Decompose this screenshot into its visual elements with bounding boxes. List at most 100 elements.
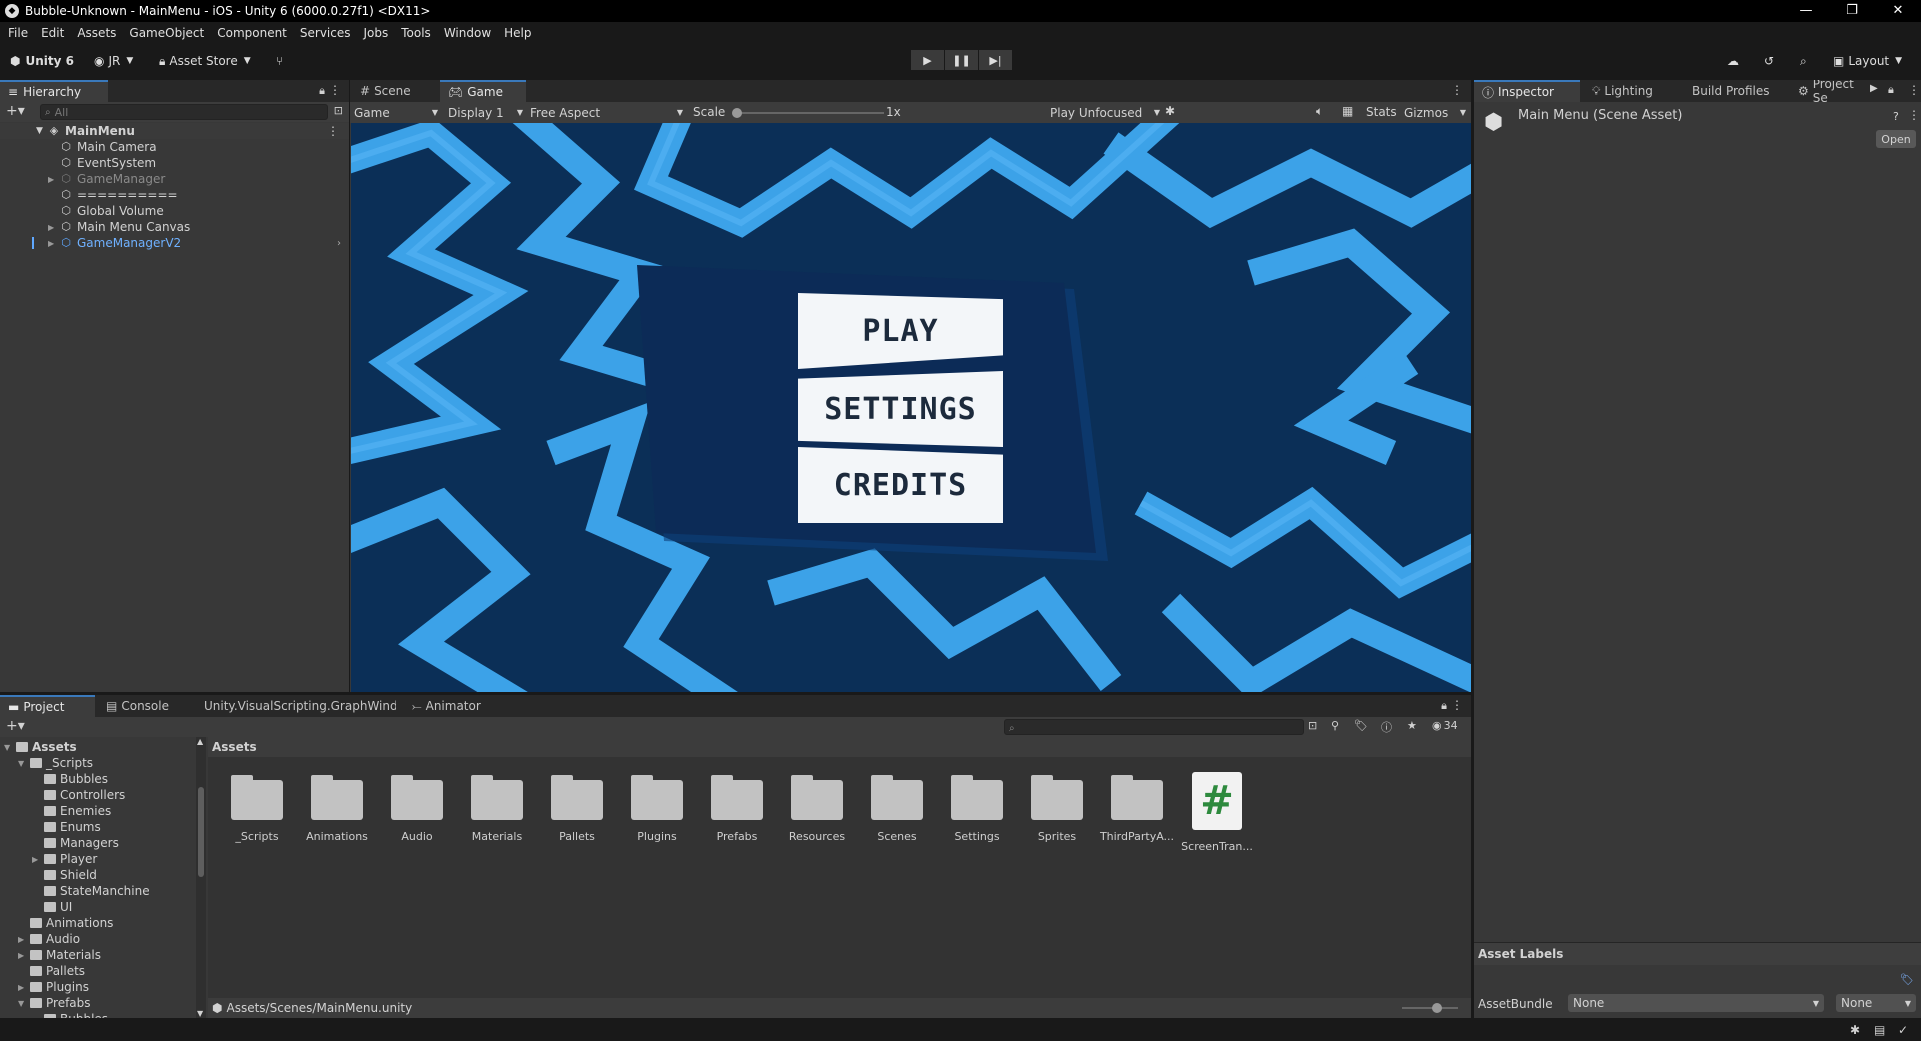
asset-tile[interactable]: Prefabs	[697, 775, 777, 843]
asset-tile[interactable]: Audio	[377, 775, 457, 843]
project-search-input[interactable]: ⌕	[1004, 719, 1304, 735]
kebab-menu-icon[interactable]: ⋮	[1451, 83, 1463, 97]
scale-slider[interactable]	[732, 108, 884, 118]
expand-arrow-icon[interactable]: ▶	[48, 175, 60, 184]
tag-icon[interactable]: 🏷︎	[1354, 719, 1368, 732]
star-icon[interactable]: ★	[1407, 719, 1417, 732]
tab-scene[interactable]: # Scene	[352, 80, 437, 102]
expand-arrow-icon[interactable]: ▶	[48, 239, 60, 248]
expand-arrow-icon[interactable]: ▶	[18, 951, 30, 960]
asset-tile[interactable]: Pallets	[537, 775, 617, 843]
account-dropdown[interactable]: ◉ JR ▼	[94, 51, 133, 71]
menu-jobs[interactable]: Jobs	[364, 26, 389, 40]
asset-tile[interactable]: Animations	[297, 775, 377, 843]
unity-account-button[interactable]: ⬢ Unity 6	[10, 51, 74, 71]
folder-tree-item[interactable]: ▼ Assets	[0, 739, 77, 755]
expand-arrow-icon[interactable]: ▼	[36, 126, 48, 136]
filter-by-label-icon[interactable]: ⚲	[1331, 719, 1339, 732]
scroll-down-icon[interactable]: ▼	[197, 1009, 203, 1018]
scale-slider-handle[interactable]	[732, 108, 742, 118]
folder-tree-item[interactable]: Bubbles	[0, 771, 108, 787]
kebab-menu-icon[interactable]: ⋮	[1908, 83, 1920, 97]
close-button[interactable]: ✕	[1875, 0, 1921, 22]
asset-tile[interactable]: Plugins	[617, 775, 697, 843]
add-icon[interactable]: +▾	[6, 103, 25, 119]
search-by-type-icon[interactable]: ⊡	[334, 104, 343, 117]
lock-icon[interactable]: 🔒︎	[1441, 699, 1447, 713]
hierarchy-item[interactable]: ▶ ⬡ GameManager	[0, 171, 349, 187]
asset-tile[interactable]: Scenes	[857, 775, 937, 843]
filter-by-type-icon[interactable]: ⊡	[1308, 719, 1317, 732]
menu-assets[interactable]: Assets	[77, 26, 116, 40]
scroll-up-icon[interactable]: ▲	[197, 737, 203, 746]
folder-tree-item[interactable]: ▶ Plugins	[0, 979, 89, 995]
play-icon[interactable]: ▶	[911, 50, 944, 70]
play-mode-dropdown[interactable]: Play Unfocused ▼	[1050, 104, 1160, 121]
chevron-right-icon[interactable]: ▶	[1870, 83, 1878, 94]
kebab-menu-icon[interactable]: ⋮	[329, 83, 341, 97]
minimize-button[interactable]: —	[1783, 0, 1829, 22]
bug-icon[interactable]: ✱	[1165, 104, 1175, 118]
hidden-packages-toggle[interactable]: ◉ 34	[1432, 719, 1458, 732]
icon-size-slider[interactable]	[1402, 1003, 1458, 1013]
folder-tree-item[interactable]: StateManchine	[0, 883, 150, 899]
assetbundle-dropdown[interactable]: None ▼	[1568, 994, 1824, 1012]
expand-arrow-icon[interactable]: ▶	[18, 935, 30, 944]
expand-arrow-icon[interactable]: ▶	[32, 855, 44, 864]
menu-gameobject[interactable]: GameObject	[129, 26, 204, 40]
menu-help[interactable]: Help	[504, 26, 531, 40]
cache-server-icon[interactable]: ▤	[1874, 1023, 1885, 1037]
label-tag-icon[interactable]: 🏷︎	[1900, 973, 1914, 986]
tab-animator[interactable]: ⤚ Animator	[404, 695, 494, 717]
tab-game[interactable]: 🎮︎ Game	[440, 80, 526, 102]
step-icon[interactable]: ▶|	[979, 50, 1012, 70]
tab-build-profiles[interactable]: Build Profiles	[1684, 80, 1784, 102]
open-button[interactable]: Open	[1876, 130, 1916, 148]
asset-tile[interactable]: Resources	[777, 775, 857, 843]
hierarchy-item[interactable]: ▶ ⬡ Main Menu Canvas	[0, 219, 349, 235]
menu-tools[interactable]: Tools	[401, 26, 431, 40]
asset-tile[interactable]: Materials	[457, 775, 537, 843]
folder-tree-item[interactable]: Enemies	[0, 803, 111, 819]
hierarchy-item[interactable]: ⬡ EventSystem	[0, 155, 349, 171]
check-icon[interactable]: ✓	[1898, 1023, 1908, 1037]
folder-tree-scrollbar[interactable]: ▲ ▼	[196, 737, 206, 1018]
layout-dropdown[interactable]: ▣ Layout ▼	[1833, 51, 1902, 71]
maximize-button[interactable]: ❐	[1829, 0, 1875, 22]
tab-inspector[interactable]: ⓘ Inspector	[1474, 80, 1580, 102]
folder-tree-item[interactable]: UI	[0, 899, 72, 915]
expand-arrow-icon[interactable]: ▼	[18, 999, 30, 1008]
search-button[interactable]: ⌕	[1800, 51, 1807, 71]
asset-tile[interactable]: _Scripts	[217, 775, 297, 843]
expand-arrow-icon[interactable]: ▼	[4, 743, 16, 752]
hierarchy-item[interactable]: ▶ ⬡ GameManagerV2 ›	[0, 235, 349, 251]
menu-edit[interactable]: Edit	[41, 26, 64, 40]
folder-tree-item[interactable]: Managers	[0, 835, 119, 851]
kebab-menu-icon[interactable]: ⋮	[327, 124, 339, 138]
bug-icon[interactable]: ✱	[1850, 1023, 1860, 1037]
credits-menu-button[interactable]: CREDITS	[798, 447, 1003, 523]
scrollbar-thumb[interactable]	[198, 787, 204, 877]
menu-component[interactable]: Component	[217, 26, 287, 40]
breadcrumb-assets[interactable]: Assets	[212, 740, 257, 754]
asset-tile[interactable]: ThirdPartyA...	[1097, 775, 1177, 843]
log-icon[interactable]: ⓘ	[1381, 719, 1392, 735]
game-dropdown[interactable]: Game ▼	[354, 104, 440, 121]
game-render-canvas[interactable]: PLAY SETTINGS CREDITS	[351, 123, 1471, 692]
folder-tree-item[interactable]: ▶ Materials	[0, 947, 101, 963]
folder-tree-item[interactable]: Controllers	[0, 787, 125, 803]
folder-tree-item[interactable]: Enums	[0, 819, 101, 835]
lock-icon[interactable]: 🔒︎	[319, 84, 325, 98]
folder-tree-item[interactable]: ▼ _Scripts	[0, 755, 93, 771]
history-button[interactable]: ↺	[1764, 51, 1774, 71]
tab-project-settings[interactable]: ⚙ Project Se	[1790, 80, 1876, 102]
tab-lighting[interactable]: 💡︎ Lighting	[1584, 80, 1676, 102]
stats-button[interactable]: Stats	[1366, 105, 1397, 119]
hierarchy-search-input[interactable]: ⌕ All	[40, 104, 328, 120]
hierarchy-item[interactable]: ⬡ ==========	[0, 187, 349, 203]
folder-tree-item[interactable]: ▼ Prefabs	[0, 995, 91, 1011]
asset-tile[interactable]: Settings	[937, 775, 1017, 843]
grid-icon[interactable]: ▦	[1342, 104, 1353, 118]
hierarchy-item[interactable]: ⬡ Main Camera	[0, 139, 349, 155]
tab-hierarchy[interactable]: ≡ Hierarchy	[0, 80, 108, 102]
